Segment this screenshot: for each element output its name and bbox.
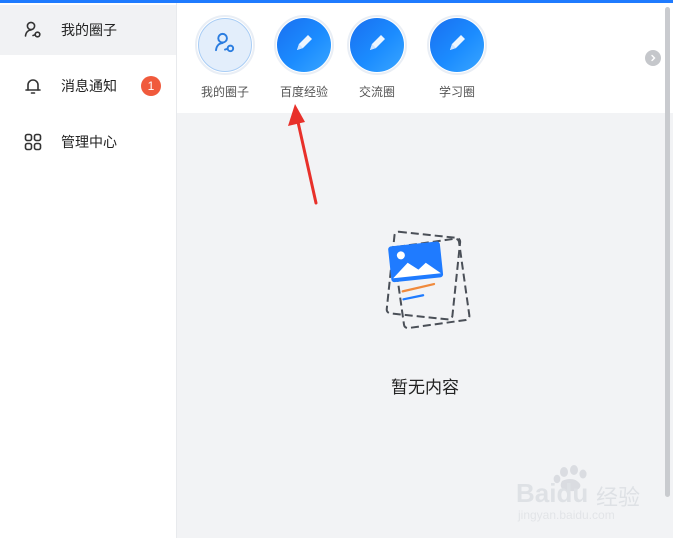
sidebar-item-my-circles[interactable]: 我的圈子 [0, 5, 176, 55]
avatar [274, 15, 334, 75]
sidebar-item-label: 管理中心 [61, 134, 117, 150]
empty-state-text: 暂无内容 [391, 378, 459, 397]
sidebar-item-label: 我的圈子 [61, 22, 117, 38]
circle-my-circles[interactable]: 我的圈子 [193, 15, 257, 100]
circles-bar: 我的圈子 百度经验 交流圈 学习圈 [177, 3, 673, 113]
sidebar-item-notifications[interactable]: 消息通知 1 [0, 61, 176, 111]
circle-label: 学习圈 [438, 85, 475, 99]
bell-icon [22, 75, 44, 97]
circle-study[interactable]: 学习圈 [425, 15, 489, 100]
scroll-next-button[interactable] [645, 50, 661, 66]
avatar [347, 15, 407, 75]
image-document-icon [372, 225, 482, 335]
watermark-brand: Baidu [516, 478, 589, 508]
pencil-icon [364, 30, 390, 61]
circle-exchange[interactable]: 交流圈 [345, 15, 409, 100]
circle-people-icon [213, 31, 237, 60]
sidebar-item-admin-center[interactable]: 管理中心 [0, 117, 176, 167]
pencil-icon [291, 30, 317, 61]
pencil-icon [444, 30, 470, 61]
circle-label: 交流圈 [358, 85, 395, 99]
watermark-url: jingyan.baidu.com [518, 508, 615, 522]
notification-count-badge: 1 [141, 76, 161, 96]
avatar [195, 15, 255, 75]
circle-label: 我的圈子 [200, 85, 249, 99]
chevron-right-icon [649, 49, 657, 67]
scrollbar[interactable] [665, 3, 673, 538]
scrollbar-thumb[interactable] [665, 7, 670, 497]
circle-label: 百度经验 [279, 85, 328, 99]
sidebar: 我的圈子 消息通知 1 管理中心 [0, 3, 177, 538]
main-content: 我的圈子 百度经验 交流圈 学习圈 暂无内容 [177, 3, 673, 538]
circle-people-icon [22, 19, 44, 41]
watermark-logo: Baidu 经验 jingyan.baidu.com [516, 464, 666, 524]
avatar [427, 15, 487, 75]
grid-icon [22, 131, 44, 153]
sidebar-item-label: 消息通知 [61, 78, 117, 94]
circle-baidu-jingyan[interactable]: 百度经验 [272, 15, 336, 100]
